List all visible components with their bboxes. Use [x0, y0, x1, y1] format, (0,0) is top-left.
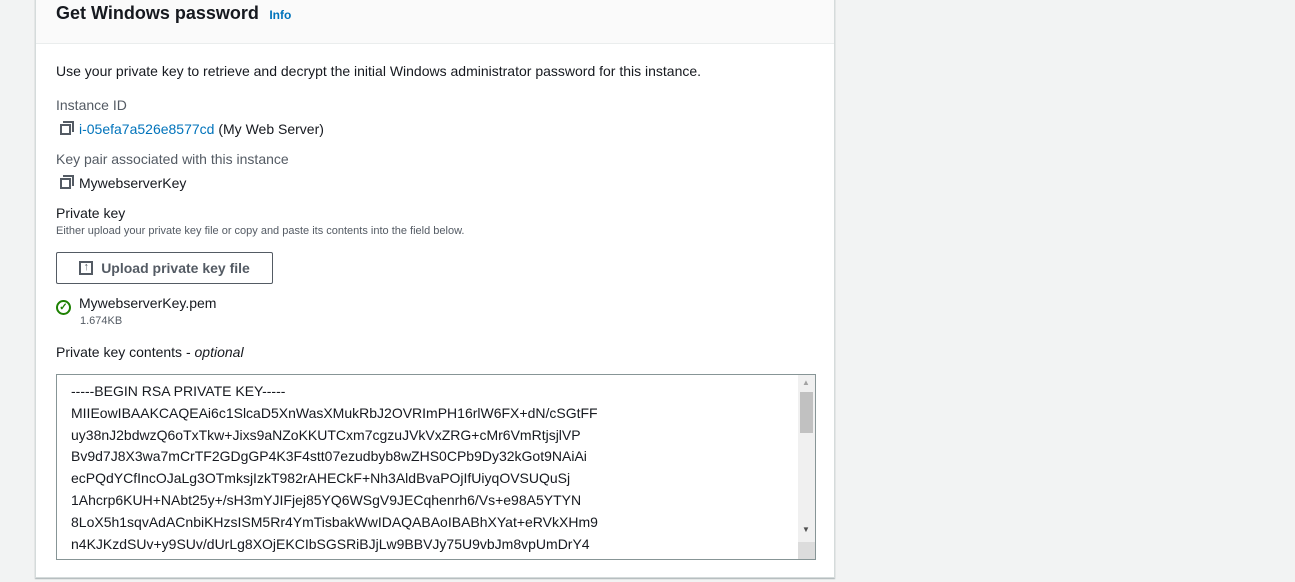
scrollbar-thumb[interactable] [800, 392, 813, 433]
key-pair-label: Key pair associated with this instance [56, 151, 289, 167]
optional-label: optional [194, 344, 244, 360]
private-key-contents-label: Private key contents - optional [56, 344, 244, 360]
key-line: Bv9d7J8X3wa7mCrTF2GDgGP4K3F4stt07ezudbyb… [71, 448, 587, 465]
scroll-up-icon[interactable]: ▲ [802, 378, 810, 387]
key-line: n4KJKzdSUv+y9SUv/dUrLg8XOjEKCIbSGSRiBJjL… [71, 535, 590, 552]
uploaded-file: ✓ MywebserverKey.pem [56, 295, 216, 315]
key-line: ecPQdYCfIncOJaLg3OTmksjIzkT982rAHECkF+Nh… [71, 470, 571, 487]
key-pair-value: MywebserverKey [60, 175, 186, 191]
upload-private-key-button[interactable]: ↑ Upload private key file [56, 252, 273, 284]
key-line: 8LoX5h1sqvAdACnbiKHzsISM5Rr4YmTisbakWwID… [71, 513, 598, 530]
file-size: 1.674KB [80, 315, 123, 327]
key-line: 1Ahcrp6KUH+NAbt25y+/sH3mYJIFjej85YQ6WSgV… [71, 491, 582, 508]
key-line: uy38nJ2bdwzQ6oTxTkw+Jixs9aNZoKKUTCxm7cgz… [71, 426, 581, 443]
instance-id-label: Instance ID [56, 97, 127, 113]
instance-id-value: i-05efa7a526e8577cd (My Web Server) [60, 121, 324, 137]
key-pair-name: MywebserverKey [79, 175, 187, 191]
key-line: MIIEowIBAAKCAQEAi6c1SlcaD5XnWasXMukRbJ2O… [71, 404, 598, 421]
instance-id-link[interactable]: i-05efa7a526e8577cd [79, 121, 214, 137]
get-windows-password-panel: Get Windows password Info Use your priva… [35, 0, 835, 578]
resize-grip-icon[interactable] [798, 542, 815, 559]
textarea-content[interactable]: -----BEGIN RSA PRIVATE KEY----- MIIEowIBA… [57, 375, 815, 555]
key-line: -----BEGIN RSA PRIVATE KEY----- [71, 383, 286, 399]
instance-name: (My Web Server) [218, 121, 324, 137]
page-title: Get Windows password [56, 3, 259, 23]
upload-button-label: Upload private key file [101, 260, 250, 276]
private-key-contents-textarea[interactable]: -----BEGIN RSA PRIVATE KEY----- MIIEowIBA… [56, 374, 816, 560]
file-name: MywebserverKey.pem [79, 295, 217, 311]
success-check-icon: ✓ [56, 300, 71, 315]
scroll-down-icon[interactable]: ▼ [802, 525, 810, 534]
textarea-scrollbar[interactable]: ▲ ▼ [798, 375, 815, 559]
contents-label-text: Private key contents - [56, 344, 195, 360]
panel-header: Get Windows password Info [36, 0, 834, 44]
private-key-hint: Either upload your private key file or c… [56, 225, 465, 237]
private-key-label: Private key [56, 205, 126, 221]
description: Use your private key to retrieve and dec… [56, 63, 702, 79]
copy-icon[interactable] [60, 121, 74, 135]
info-link[interactable]: Info [269, 8, 291, 22]
upload-icon: ↑ [79, 261, 94, 275]
copy-icon[interactable] [60, 175, 74, 189]
